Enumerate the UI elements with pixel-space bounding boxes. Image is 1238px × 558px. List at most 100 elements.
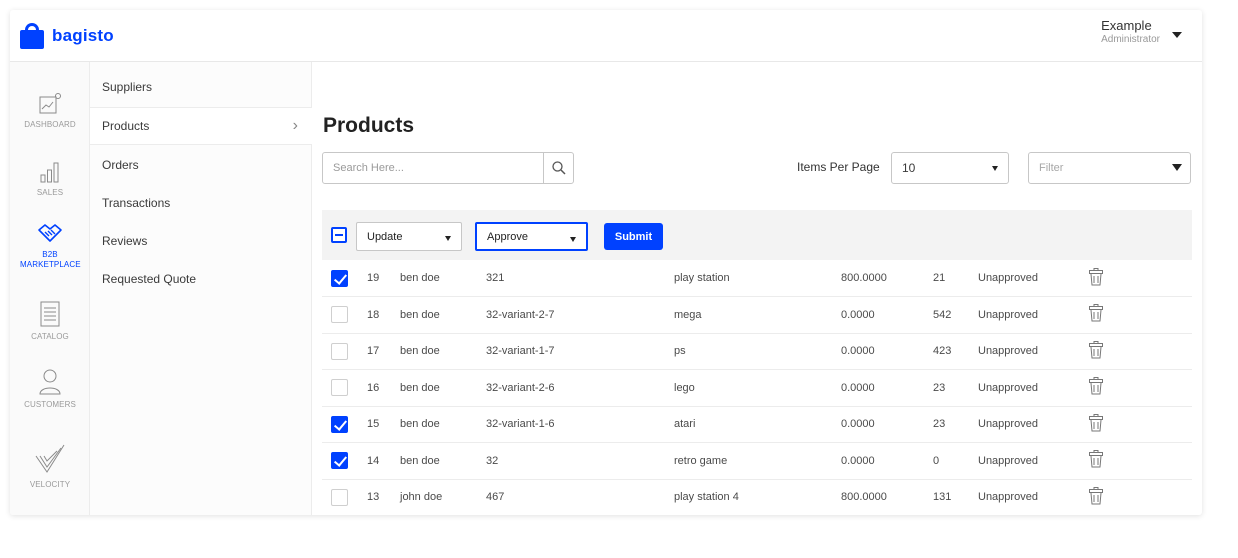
cell-id: 19 <box>367 260 400 297</box>
row-checkbox[interactable] <box>331 415 348 433</box>
cell-price: 800.0000 <box>841 479 933 515</box>
cell-qty: 542 <box>933 296 978 334</box>
trash-icon[interactable] <box>1088 267 1104 286</box>
nav-customers-label: CUSTOMERS <box>24 400 76 409</box>
caret-down-icon <box>992 166 998 171</box>
cell-id: 16 <box>367 369 400 407</box>
trash-icon[interactable] <box>1088 377 1104 395</box>
nav-catalog-label: CATALOG <box>31 332 69 341</box>
cell-seller: ben doe <box>400 333 486 370</box>
select-all-checkbox[interactable] <box>331 227 347 243</box>
marketplace-icon <box>38 224 62 242</box>
submenu-item-reviews[interactable]: Reviews <box>90 222 312 260</box>
search-input[interactable] <box>323 153 545 183</box>
bag-icon <box>20 22 44 49</box>
row-checkbox[interactable] <box>331 379 348 397</box>
cell-id: 14 <box>367 442 400 480</box>
sales-icon <box>40 162 59 183</box>
cell-status: Unapproved <box>978 333 1084 370</box>
account-name: Example <box>1101 18 1152 33</box>
trash-icon[interactable] <box>1088 340 1104 359</box>
table-row[interactable]: 18 ben doe 32-variant-2-7 mega 0.0000 542 Unap… <box>322 296 1192 334</box>
cell-seller: john doe <box>400 479 486 515</box>
marketplace-submenu: Suppliers Products › Orders Transactions… <box>90 62 312 515</box>
nav-customers[interactable]: CUSTOMERS <box>10 368 90 409</box>
row-checkbox[interactable] <box>331 342 348 360</box>
trash-icon[interactable] <box>1088 486 1104 505</box>
cell-qty: 23 <box>933 406 978 443</box>
cell-price: 0.0000 <box>841 296 933 334</box>
status-select-value: Approve <box>487 230 528 243</box>
cell-name: mega <box>674 296 841 334</box>
brand-name: bagisto <box>52 25 114 45</box>
cell-id: 17 <box>367 333 400 370</box>
submenu-item-label: Reviews <box>102 234 148 248</box>
cell-sku: 321 <box>486 260 674 297</box>
mass-action-bar: Update Approve Submit <box>322 210 1192 260</box>
table-row[interactable]: 15 ben doe 32-variant-1-6 atari 0.0000 23 Unap… <box>322 406 1192 443</box>
nav-b2b-marketplace[interactable]: B2B MARKETPLACE <box>10 222 90 270</box>
velocity-icon <box>35 444 65 473</box>
items-per-page-label: Items Per Page <box>797 160 880 174</box>
items-per-page-select[interactable]: 10 <box>891 152 1009 184</box>
cell-sku: 32-variant-1-6 <box>486 406 674 443</box>
cell-seller: ben doe <box>400 442 486 480</box>
cell-seller: ben doe <box>400 406 486 443</box>
brand-logo[interactable]: bagisto <box>20 22 114 49</box>
cell-name: lego <box>674 369 841 407</box>
cell-price: 800.0000 <box>841 260 933 297</box>
cell-price: 0.0000 <box>841 442 933 480</box>
row-checkbox[interactable] <box>331 306 348 324</box>
nav-catalog[interactable]: CATALOG <box>10 300 90 341</box>
submenu-item-transactions[interactable]: Transactions <box>90 184 312 222</box>
nav-dashboard[interactable]: DASHBOARD <box>10 92 90 129</box>
caret-down-icon[interactable] <box>1172 32 1182 38</box>
table-row[interactable]: 13 john doe 467 play station 4 800.0000 131 Un… <box>322 479 1192 515</box>
account-menu[interactable]: Example Administrator <box>1101 18 1182 45</box>
search-icon <box>551 161 566 175</box>
cell-status: Unapproved <box>978 442 1084 480</box>
mass-action-select[interactable]: Update <box>356 222 462 251</box>
cell-status: Unapproved <box>978 406 1084 443</box>
cell-status: Unapproved <box>978 296 1084 334</box>
trash-icon[interactable] <box>1088 304 1104 322</box>
submenu-item-requested-quote[interactable]: Requested Quote <box>90 260 312 298</box>
cell-id: 15 <box>367 406 400 443</box>
nav-dashboard-label: DASHBOARD <box>24 120 76 129</box>
account-role: Administrator <box>1101 34 1160 45</box>
submenu-item-label: Products <box>102 119 150 133</box>
table-row[interactable]: 14 ben doe 32 retro game 0.0000 0 Unapproved <box>322 442 1192 480</box>
nav-sales[interactable]: SALES <box>10 160 90 197</box>
table-row[interactable]: 19 ben doe 321 play station 800.0000 21 Unappr… <box>322 260 1192 297</box>
trash-icon[interactable] <box>1088 413 1104 432</box>
row-checkbox[interactable] <box>331 452 348 470</box>
row-checkbox[interactable] <box>331 269 348 287</box>
caret-down-icon <box>570 237 576 242</box>
submenu-item-orders[interactable]: Orders <box>90 146 312 184</box>
products-table: 19 ben doe 321 play station 800.0000 21 Unappr… <box>322 260 1192 515</box>
chevron-right-icon: › <box>292 117 298 134</box>
status-select[interactable]: Approve <box>475 222 588 251</box>
trash-icon[interactable] <box>1088 450 1104 468</box>
filter-select[interactable]: Filter <box>1028 152 1191 184</box>
submenu-item-products[interactable]: Products › <box>90 107 312 145</box>
filter-placeholder: Filter <box>1039 162 1064 174</box>
cell-status: Unapproved <box>978 260 1084 297</box>
nav-velocity[interactable]: VELOCITY <box>10 442 90 489</box>
cell-id: 13 <box>367 479 400 515</box>
cell-price: 0.0000 <box>841 333 933 370</box>
submenu-item-suppliers[interactable]: Suppliers <box>90 68 312 106</box>
table-row[interactable]: 16 ben doe 32-variant-2-6 lego 0.0000 23 Unapp… <box>322 369 1192 407</box>
cell-status: Unapproved <box>978 369 1084 407</box>
caret-down-icon <box>1172 164 1182 171</box>
submenu-item-label: Requested Quote <box>102 272 197 286</box>
search-button[interactable] <box>543 153 573 183</box>
table-row[interactable]: 17 ben doe 32-variant-1-7 ps 0.0000 423 Unappr… <box>322 333 1192 370</box>
page-title: Products <box>323 114 415 137</box>
main-nav-rail: DASHBOARD SALES B2B MARKETPLACE CATALOG … <box>10 62 90 515</box>
row-checkbox[interactable] <box>331 488 348 506</box>
submit-button[interactable]: Submit <box>604 223 663 250</box>
cell-sku: 32-variant-1-7 <box>486 333 674 370</box>
nav-sales-label: SALES <box>36 188 64 197</box>
cell-seller: ben doe <box>400 369 486 407</box>
